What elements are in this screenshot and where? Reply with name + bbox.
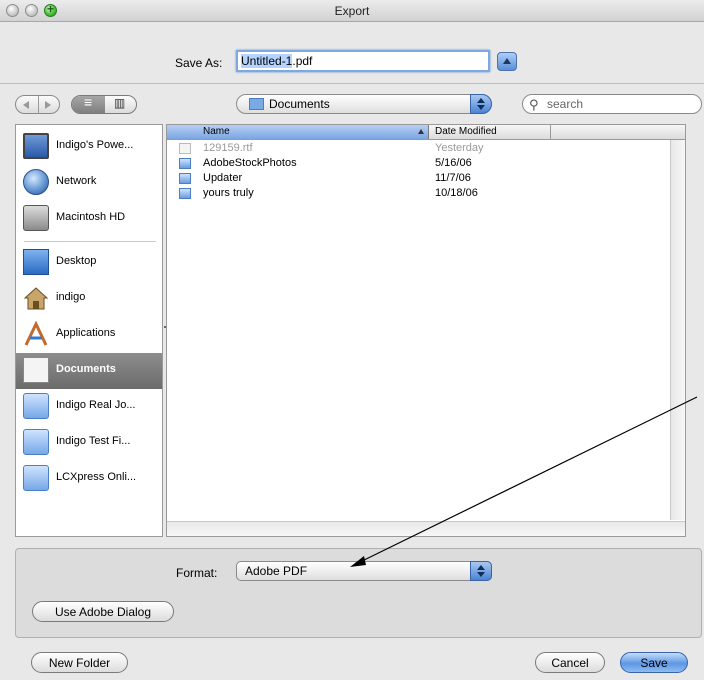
use-adobe-dialog-button[interactable]: Use Adobe Dialog	[32, 601, 174, 622]
view-mode-toggle	[71, 95, 137, 114]
file-row[interactable]: AdobeStockPhotos 5/16/06	[167, 156, 685, 171]
applications-icon	[23, 320, 49, 347]
home-icon	[23, 285, 49, 311]
search-field[interactable]: ⚲ search	[522, 94, 702, 114]
sidebar-item-applications[interactable]: Applications	[16, 317, 162, 353]
folder-icon	[23, 465, 49, 491]
file-name: AdobeStockPhotos	[203, 157, 297, 169]
sidebar: Indigo's Powe... Network Macintosh HD De…	[15, 124, 163, 537]
folder-icon	[23, 429, 49, 455]
sidebar-item-label: LCXpress Onli...	[56, 471, 137, 483]
sidebar-item-label: Network	[56, 175, 97, 187]
documents-icon	[23, 357, 49, 383]
sidebar-item-label: Macintosh HD	[56, 211, 126, 223]
globe-icon	[23, 169, 49, 195]
search-placeholder: search	[547, 97, 584, 111]
file-date: 11/7/06	[435, 172, 471, 184]
save-button[interactable]: Save	[620, 652, 688, 673]
sidebar-item-folder[interactable]: Indigo Real Jo...	[16, 389, 162, 425]
horizontal-scrollbar[interactable]	[167, 521, 685, 536]
save-as-selected-text: Untitled-1	[241, 54, 293, 68]
sidebar-item-desktop[interactable]: Desktop	[16, 245, 162, 281]
file-row[interactable]: Updater 11/7/06	[167, 171, 685, 186]
sidebar-item-label: Indigo's Powe...	[56, 139, 134, 151]
back-forward-buttons	[15, 95, 60, 114]
divider	[0, 83, 704, 84]
computer-icon	[23, 133, 49, 159]
popup-arrows-icon	[470, 94, 492, 114]
back-arrow-icon[interactable]	[23, 101, 29, 109]
folder-icon	[179, 188, 191, 199]
list-view-icon[interactable]	[72, 96, 105, 113]
sidebar-item-folder[interactable]: LCXpress Onli...	[16, 461, 162, 497]
window-title: Export	[334, 4, 370, 18]
file-name: 129159.rtf	[203, 142, 253, 154]
file-row[interactable]: yours truly 10/18/06	[167, 186, 685, 201]
document-icon	[179, 143, 191, 154]
hard-drive-icon	[23, 205, 49, 231]
location-label: Documents	[269, 97, 330, 111]
sidebar-item-label: indigo	[56, 291, 86, 303]
save-as-label: Save As:	[175, 56, 223, 70]
file-date: 5/16/06	[435, 157, 472, 169]
popup-arrows-icon	[470, 561, 492, 581]
sidebar-item-label: Documents	[56, 363, 116, 375]
file-browser: Name Date Modified 129159.rtf Yesterday …	[166, 124, 686, 537]
sidebar-item-label: Indigo Test Fi...	[56, 435, 131, 447]
cancel-button[interactable]: Cancel	[535, 652, 605, 673]
sidebar-item-folder[interactable]: Indigo Test Fi...	[16, 425, 162, 461]
file-row[interactable]: 129159.rtf Yesterday	[167, 141, 685, 156]
sidebar-item-label: Applications	[56, 327, 116, 339]
folder-icon	[179, 158, 191, 169]
save-as-extension: .pdf	[292, 54, 313, 68]
location-popup[interactable]: Documents	[236, 94, 492, 114]
folder-icon	[249, 98, 264, 110]
sidebar-item-computer[interactable]: Indigo's Powe...	[16, 129, 162, 165]
format-label: Format:	[176, 566, 218, 580]
column-divider	[550, 125, 551, 139]
folder-icon	[179, 173, 191, 184]
column-label: Name	[203, 126, 230, 137]
save-as-field[interactable]: Untitled-1.pdf	[236, 50, 490, 72]
new-folder-button[interactable]: New Folder	[31, 652, 128, 673]
file-name: yours truly	[203, 187, 254, 199]
sidebar-item-network[interactable]: Network	[16, 165, 162, 201]
export-dialog: Export Save As: Untitled-1.pdf Documents…	[0, 0, 704, 680]
date-modified-column-header[interactable]: Date Modified	[435, 126, 497, 137]
file-date: Yesterday	[435, 142, 484, 154]
folder-icon	[23, 393, 49, 419]
sidebar-item-macintosh-hd[interactable]: Macintosh HD	[16, 201, 162, 237]
vertical-scrollbar[interactable]	[670, 140, 685, 520]
sidebar-item-label: Desktop	[56, 255, 97, 267]
format-popup[interactable]: Adobe PDF	[236, 561, 492, 581]
search-icon: ⚲	[529, 97, 539, 112]
sidebar-divider	[24, 241, 156, 242]
collapse-dialog-button[interactable]	[497, 52, 517, 71]
sidebar-item-label: Indigo Real Jo...	[56, 399, 136, 411]
forward-arrow-icon[interactable]	[45, 101, 51, 109]
file-list-header: Name Date Modified	[167, 125, 685, 140]
title-bar: Export	[0, 0, 704, 22]
file-date: 10/18/06	[435, 187, 478, 199]
desktop-icon	[23, 249, 49, 275]
name-column-header[interactable]: Name	[167, 125, 429, 139]
format-value: Adobe PDF	[245, 564, 308, 578]
file-name: Updater	[203, 172, 243, 184]
sidebar-item-documents[interactable]: Documents	[16, 353, 162, 389]
divider	[38, 96, 39, 113]
sidebar-item-home[interactable]: indigo	[16, 281, 162, 317]
sort-ascending-icon	[418, 129, 424, 134]
